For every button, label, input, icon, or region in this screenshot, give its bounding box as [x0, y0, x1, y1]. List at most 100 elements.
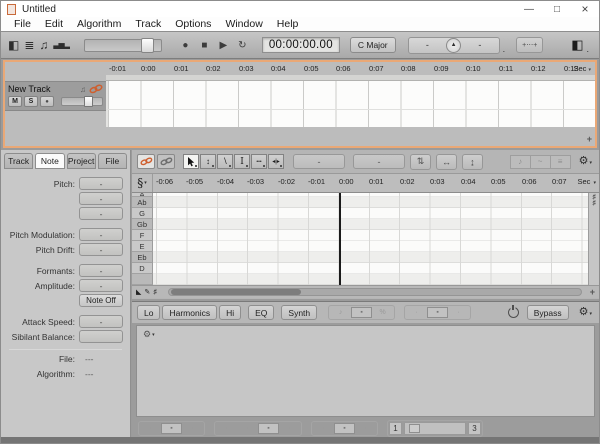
menu-track[interactable]: Track: [128, 18, 168, 30]
pitch-field[interactable]: -: [79, 177, 123, 190]
bypass-button[interactable]: Bypass: [527, 305, 569, 320]
level-meter-icon[interactable]: ▃▅▂: [53, 41, 68, 49]
editor-settings-button[interactable]: ⚙▾: [579, 156, 592, 167]
attack-speed-field[interactable]: -: [79, 315, 123, 328]
spectrum-note-segment[interactable]: ♪: [330, 307, 351, 318]
note-separation-tool-button[interactable]: ◂|▸: [268, 154, 284, 169]
envelope-active-segment[interactable]: ▪: [427, 307, 448, 318]
menu-options[interactable]: Options: [168, 18, 218, 30]
phase-segment[interactable]: ·: [313, 423, 334, 434]
piano-key[interactable]: Ab: [132, 197, 153, 208]
panel-toggle-menu-dot[interactable]: .: [583, 44, 592, 58]
eq-button[interactable]: EQ: [248, 305, 274, 320]
harmonic-segment[interactable]: ·: [216, 423, 237, 434]
close-button[interactable]: ×: [571, 1, 599, 17]
scroll-zoom-icon[interactable]: +: [587, 134, 592, 144]
track-volume-slider[interactable]: [61, 97, 103, 106]
harmonics-button[interactable]: Harmonics: [162, 305, 217, 320]
maximize-button[interactable]: □: [543, 1, 571, 17]
sound-settings-button[interactable]: ⚙▾: [579, 307, 592, 318]
menu-edit[interactable]: Edit: [38, 18, 70, 30]
mixer-icon[interactable]: ≣: [24, 39, 34, 51]
sound-editor-canvas[interactable]: ⚙▾: [136, 325, 595, 417]
horizontal-scrollbar[interactable]: [168, 288, 582, 296]
scrollbar-thumb[interactable]: [171, 289, 301, 295]
timing-tool-button[interactable]: •••: [251, 154, 267, 169]
quantize-time-macro-button[interactable]: ↔: [436, 154, 457, 170]
harmonic-segment[interactable]: ·: [237, 423, 258, 434]
spectrum-active-segment[interactable]: ▪: [351, 307, 372, 318]
mute-button[interactable]: M: [8, 96, 22, 107]
display-curve-segment[interactable]: ~: [530, 155, 551, 169]
range-slider-handle[interactable]: [409, 424, 420, 433]
link-icon[interactable]: [89, 84, 103, 94]
clef-selector[interactable]: §▾: [132, 174, 153, 192]
sibilant-balance-field[interactable]: [79, 330, 123, 343]
note-grid[interactable]: [153, 193, 588, 285]
metronome-icon[interactable]: ▲: [446, 38, 461, 53]
piano-key[interactable]: [132, 274, 153, 285]
ruler-unit-selector[interactable]: Sec ▾: [573, 64, 591, 73]
time-display[interactable]: 00:00:00.00: [262, 37, 340, 53]
scroll-zoom-icon[interactable]: +: [590, 287, 595, 297]
play-button[interactable]: ▶: [214, 37, 233, 53]
autostretch-button[interactable]: +⋯+: [516, 37, 543, 53]
harmonic-active-segment[interactable]: ▪: [258, 423, 279, 434]
pitch-modulation-field[interactable]: -: [79, 228, 123, 241]
minimize-button[interactable]: —: [515, 1, 543, 17]
menu-window[interactable]: Window: [218, 18, 269, 30]
menu-help[interactable]: Help: [270, 18, 306, 30]
pitch-drift-field[interactable]: -: [79, 243, 123, 256]
metronome-control[interactable]: - ▲ -: [408, 37, 500, 54]
note-off-button[interactable]: Note Off: [79, 294, 123, 307]
tab-file[interactable]: File: [98, 153, 127, 169]
pitch-hz-field[interactable]: -: [79, 207, 123, 220]
tab-project[interactable]: Project: [67, 153, 96, 169]
zoom-slider-handle[interactable]: [141, 38, 154, 53]
algorithm-select[interactable]: -: [293, 154, 345, 169]
harmonic-segment[interactable]: ·: [279, 423, 300, 434]
display-notes-segment[interactable]: ♪: [510, 155, 531, 169]
metronome-menu-dot[interactable]: .: [500, 44, 509, 58]
track-timeline-ruler[interactable]: -0:01 0:00 0:01 0:02 0:03 0:04 0:05 0:06…: [5, 62, 595, 75]
reference-pitch-icon[interactable]: ◣: [136, 288, 141, 296]
track-volume-handle[interactable]: [84, 96, 93, 107]
formant-tool-button[interactable]: ∖: [217, 154, 233, 169]
note-assignment-icon[interactable]: ♫: [39, 39, 48, 51]
scale-select[interactable]: -: [353, 154, 405, 169]
menu-file[interactable]: File: [7, 18, 38, 30]
phase-segment[interactable]: ·: [355, 423, 376, 434]
source-segment[interactable]: ·: [140, 423, 161, 434]
pitch-link-active-button[interactable]: [137, 154, 155, 169]
phase-active-segment[interactable]: ▪: [334, 423, 355, 434]
record-button[interactable]: ●: [176, 37, 195, 53]
display-grid-segment[interactable]: ≡: [550, 155, 571, 169]
scale-snap-column[interactable]: ♯ ♯: [588, 193, 599, 285]
track-lane-area[interactable]: [106, 75, 595, 146]
formants-field[interactable]: -: [79, 264, 123, 277]
canvas-settings-button[interactable]: ⚙▾: [143, 330, 588, 339]
track-header[interactable]: New Track ♫ M S ●: [5, 81, 106, 111]
metronome-left-value[interactable]: -: [409, 40, 447, 50]
track-lane[interactable]: [106, 81, 595, 127]
range-slider[interactable]: [404, 422, 466, 435]
leveling-macro-button[interactable]: ↨: [462, 154, 483, 170]
ruler-unit-selector[interactable]: Sec ▾: [577, 177, 596, 186]
source-segment[interactable]: ·: [182, 423, 203, 434]
source-active-segment[interactable]: ▪: [161, 423, 182, 434]
tab-track[interactable]: Track: [4, 153, 33, 169]
panel-toggle-icon[interactable]: ◧: [571, 37, 583, 53]
piano-key[interactable]: E: [132, 241, 153, 252]
piano-key[interactable]: Gb: [132, 219, 153, 230]
correct-pitch-macro-button[interactable]: ⇅: [410, 154, 431, 170]
piano-key[interactable]: D: [132, 263, 153, 274]
metronome-right-value[interactable]: -: [461, 40, 499, 50]
spectrum-percent-segment[interactable]: %: [372, 307, 393, 318]
synth-button[interactable]: Synth: [281, 305, 317, 320]
power-toggle-icon[interactable]: [508, 307, 519, 318]
track-name[interactable]: New Track: [8, 84, 80, 94]
stop-button[interactable]: ■: [195, 37, 214, 53]
piano-key[interactable]: Eb: [132, 252, 153, 263]
editor-timeline-ruler[interactable]: §▾ -0:06 -0:05 -0:04 -0:03 -0:02 -0:01 0…: [132, 174, 599, 193]
tab-note[interactable]: Note: [35, 153, 64, 169]
